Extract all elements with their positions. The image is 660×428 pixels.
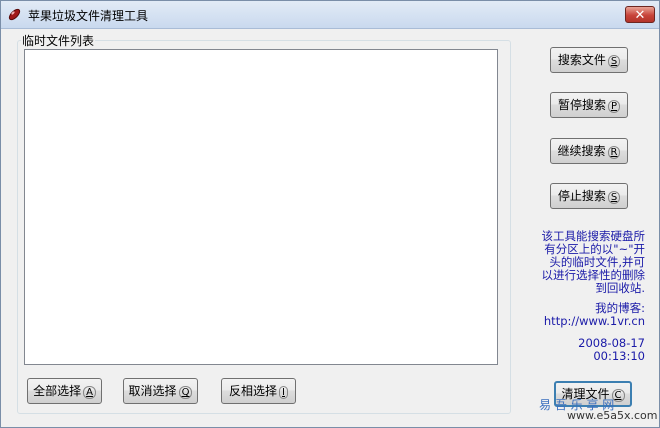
watermark-url: www.e5a5x.com — [567, 409, 658, 422]
stop-search-button[interactable]: 停止搜索 S — [550, 183, 628, 209]
temp-file-list[interactable] — [24, 49, 498, 365]
resume-search-accel: R — [607, 146, 621, 159]
deselect-label: 取消选择 — [128, 384, 177, 398]
deselect-button[interactable]: 取消选择 Q — [123, 378, 198, 404]
resume-search-label: 继续搜索 — [557, 144, 606, 158]
app-icon — [8, 8, 21, 21]
build-time: 00:13:10 — [593, 349, 645, 363]
search-files-label: 搜索文件 — [557, 53, 606, 67]
pause-search-label: 暂停搜索 — [557, 98, 606, 112]
app-window: 苹果垃圾文件清理工具 ✕ 临时文件列表 搜索文件 S 暂停搜索 P 继续搜索 R 停止… — [0, 0, 660, 428]
title-bar[interactable]: 苹果垃圾文件清理工具 ✕ — [1, 1, 659, 29]
pause-search-accel: P — [607, 100, 621, 113]
invert-selection-accel: I — [279, 386, 288, 399]
close-icon: ✕ — [634, 8, 646, 23]
deselect-accel: Q — [178, 386, 193, 399]
select-all-button[interactable]: 全部选择 A — [27, 378, 102, 404]
pause-search-button[interactable]: 暂停搜索 P — [550, 92, 628, 118]
tool-description: 该工具能搜索硬盘所 有分区上的以"~"开 头的临时文件,并可 以进行选择性的删除… — [521, 230, 646, 295]
temp-file-list-label: 临时文件列表 — [21, 32, 96, 49]
stop-search-accel: S — [607, 191, 621, 204]
blog-url[interactable]: http://www.1vr.cn — [521, 315, 645, 328]
resume-search-button[interactable]: 继续搜索 R — [550, 138, 628, 164]
close-button[interactable]: ✕ — [625, 6, 655, 23]
search-files-accel: S — [607, 55, 621, 68]
invert-selection-label: 反相选择 — [229, 384, 278, 398]
select-all-label: 全部选择 — [33, 384, 82, 398]
stop-search-label: 停止搜索 — [557, 189, 606, 203]
date-time-info: 2008-08-17 00:13:10 — [521, 337, 645, 363]
blog-info: 我的博客: http://www.1vr.cn — [521, 302, 645, 328]
search-files-button[interactable]: 搜索文件 S — [550, 47, 628, 73]
description-line: 到回收站. — [595, 281, 645, 295]
select-all-accel: A — [83, 386, 96, 399]
window-title: 苹果垃圾文件清理工具 — [28, 9, 149, 23]
invert-selection-button[interactable]: 反相选择 I — [221, 378, 296, 404]
